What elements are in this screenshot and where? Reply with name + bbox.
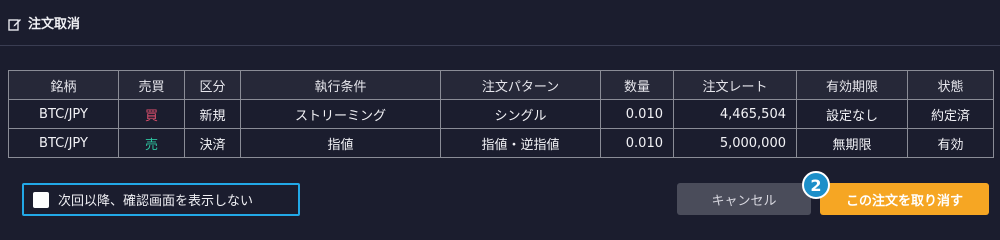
dialog-header: 注文取消 bbox=[0, 0, 1000, 46]
cell-pattern: シングル bbox=[440, 99, 601, 129]
cell-status: 有効 bbox=[907, 128, 994, 158]
cell-expiry: 設定なし bbox=[796, 99, 908, 129]
cancel-order-button[interactable]: この注文を取り消す bbox=[820, 183, 989, 215]
table-row: BTC/JPY 売 決済 指値 指値・逆指値 0.010 5,000,000 無… bbox=[8, 128, 994, 158]
col-header-side: 売買 bbox=[118, 70, 185, 100]
cell-type: 決済 bbox=[184, 128, 241, 158]
cell-type: 新規 bbox=[184, 99, 241, 129]
table-header-row: 銘柄 売買 区分 執行条件 注文パターン 数量 注文レート 有効期限 状態 bbox=[8, 70, 994, 100]
col-header-quantity: 数量 bbox=[600, 70, 674, 100]
cell-rate: 5,000,000 bbox=[673, 128, 797, 158]
cell-execution: 指値 bbox=[240, 128, 441, 158]
col-header-type: 区分 bbox=[184, 70, 241, 100]
col-header-symbol: 銘柄 bbox=[8, 70, 119, 100]
dialog-title: 注文取消 bbox=[28, 17, 81, 32]
cell-side-buy: 買 bbox=[118, 99, 185, 129]
table-row: BTC/JPY 買 新規 ストリーミング シングル 0.010 4,465,50… bbox=[8, 99, 994, 129]
col-header-status: 状態 bbox=[907, 70, 994, 100]
cell-status: 約定済 bbox=[907, 99, 994, 129]
checkbox-label: 次回以降、確認画面を表示しない bbox=[58, 194, 254, 209]
cell-symbol: BTC/JPY bbox=[8, 128, 119, 158]
cell-quantity: 0.010 bbox=[600, 128, 674, 158]
cell-pattern: 指値・逆指値 bbox=[440, 128, 601, 158]
cell-execution: ストリーミング bbox=[240, 99, 441, 129]
cell-rate: 4,465,504 bbox=[673, 99, 797, 129]
step-number-badge: 2 bbox=[802, 171, 830, 199]
cell-symbol: BTC/JPY bbox=[8, 99, 119, 129]
edit-icon bbox=[8, 16, 22, 31]
cell-expiry: 無期限 bbox=[796, 128, 908, 158]
cell-side-sell: 売 bbox=[118, 128, 185, 158]
dont-show-again-checkbox[interactable]: 次回以降、確認画面を表示しない bbox=[22, 183, 300, 216]
cancel-button[interactable]: キャンセル bbox=[677, 183, 811, 215]
col-header-rate: 注文レート bbox=[673, 70, 797, 100]
cell-quantity: 0.010 bbox=[600, 99, 674, 129]
col-header-expiry: 有効期限 bbox=[796, 70, 908, 100]
col-header-pattern: 注文パターン bbox=[440, 70, 601, 100]
order-table: 銘柄 売買 区分 執行条件 注文パターン 数量 注文レート 有効期限 状態 BT… bbox=[8, 70, 994, 158]
col-header-execution: 執行条件 bbox=[240, 70, 441, 100]
checkbox-square[interactable] bbox=[33, 191, 49, 208]
